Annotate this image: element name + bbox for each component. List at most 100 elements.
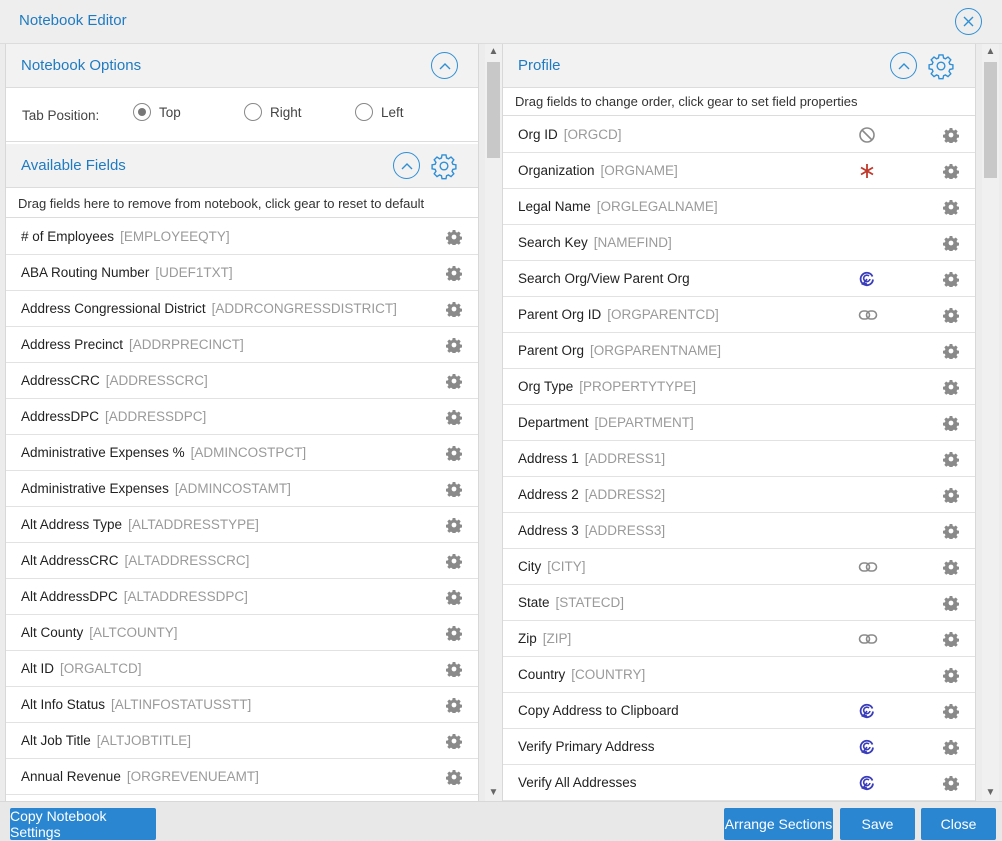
field-settings-gear-icon[interactable] xyxy=(942,343,960,361)
radio-top[interactable]: Top xyxy=(133,103,181,121)
field-settings-gear-icon[interactable] xyxy=(942,775,960,793)
field-row-state[interactable]: State [STATECD] xyxy=(503,585,975,621)
radio-right[interactable]: Right xyxy=(244,103,302,121)
field-row-org-id[interactable]: Org ID [ORGCD] xyxy=(503,117,975,153)
field-name: Alt AddressDPC xyxy=(21,589,118,604)
notebook-options-title: Notebook Options xyxy=(21,57,142,74)
field-settings-gear-icon[interactable] xyxy=(942,559,960,577)
field-settings-gear-icon[interactable] xyxy=(942,703,960,721)
scroll-up-arrow-icon[interactable]: ▲ xyxy=(982,46,999,58)
field-row-alt-address-type[interactable]: Alt Address Type [ALTADDRESSTYPE] xyxy=(6,507,478,543)
field-settings-gear-icon[interactable] xyxy=(942,415,960,433)
field-row-search-key[interactable]: Search Key [NAMEFIND] xyxy=(503,225,975,261)
field-row-alt-job-title[interactable]: Alt Job Title [ALTJOBTITLE] xyxy=(6,723,478,759)
field-settings-gear-icon[interactable] xyxy=(445,733,463,751)
reset-fields-gear-icon[interactable] xyxy=(430,152,458,180)
field-settings-gear-icon[interactable] xyxy=(942,667,960,685)
scrollbar-thumb[interactable] xyxy=(984,62,997,178)
radio-right-dot[interactable] xyxy=(244,103,262,121)
field-settings-gear-icon[interactable] xyxy=(445,301,463,319)
scrollbar-thumb[interactable] xyxy=(487,62,500,158)
field-settings-gear-icon[interactable] xyxy=(445,337,463,355)
field-row-country[interactable]: Country [COUNTRY] xyxy=(503,657,975,693)
field-row-administrative-expenses[interactable]: Administrative Expenses % [ADMINCOSTPCT] xyxy=(6,435,478,471)
field-row-city[interactable]: City [CITY] xyxy=(503,549,975,585)
field-row-parent-org[interactable]: Parent Org [ORGPARENTNAME] xyxy=(503,333,975,369)
field-settings-gear-icon[interactable] xyxy=(445,661,463,679)
field-settings-gear-icon[interactable] xyxy=(942,307,960,325)
field-row-aba-routing-number[interactable]: ABA Routing Number [UDEF1TXT] xyxy=(6,255,478,291)
field-row-alt-id[interactable]: Alt ID [ORGALTCD] xyxy=(6,651,478,687)
save-button[interactable]: Save xyxy=(840,808,915,840)
field-settings-gear-icon[interactable] xyxy=(445,265,463,283)
scroll-down-arrow-icon[interactable]: ▼ xyxy=(485,787,502,799)
field-row-addressdpc[interactable]: AddressDPC [ADDRESSDPC] xyxy=(6,399,478,435)
field-row-alt-addresscrc[interactable]: Alt AddressCRC [ALTADDRESSCRC] xyxy=(6,543,478,579)
field-row-verify-all-addresses[interactable]: Verify All Addresses xyxy=(503,765,975,801)
collapse-available-fields-icon[interactable] xyxy=(393,152,420,179)
field-row-parent-org-id[interactable]: Parent Org ID [ORGPARENTCD] xyxy=(503,297,975,333)
field-settings-gear-icon[interactable] xyxy=(445,697,463,715)
field-settings-gear-icon[interactable] xyxy=(942,451,960,469)
field-settings-gear-icon[interactable] xyxy=(445,481,463,499)
field-settings-gear-icon[interactable] xyxy=(445,517,463,535)
field-settings-gear-icon[interactable] xyxy=(942,631,960,649)
field-row-copy-address-to-clipboard[interactable]: Copy Address to Clipboard xyxy=(503,693,975,729)
field-settings-gear-icon[interactable] xyxy=(942,127,960,145)
field-settings-gear-icon[interactable] xyxy=(445,373,463,391)
field-settings-gear-icon[interactable] xyxy=(942,379,960,397)
field-row-verify-primary-address[interactable]: Verify Primary Address xyxy=(503,729,975,765)
field-row-addresscrc[interactable]: AddressCRC [ADDRESSCRC] xyxy=(6,363,478,399)
profile-settings-gear-icon[interactable] xyxy=(927,52,955,80)
close-button[interactable]: Close xyxy=(921,808,996,840)
arrange-sections-button[interactable]: Arrange Sections xyxy=(724,808,833,840)
field-row-address-2[interactable]: Address 2 [ADDRESS2] xyxy=(503,477,975,513)
field-row-org-type[interactable]: Org Type [PROPERTYTYPE] xyxy=(503,369,975,405)
radio-right-label: Right xyxy=(270,104,302,120)
radio-top-dot[interactable] xyxy=(133,103,151,121)
field-row-address-precinct[interactable]: Address Precinct [ADDRPRECINCT] xyxy=(6,327,478,363)
close-icon[interactable] xyxy=(955,8,982,35)
copy-notebook-settings-button[interactable]: Copy Notebook Settings xyxy=(10,808,156,840)
field-settings-gear-icon[interactable] xyxy=(942,271,960,289)
field-settings-gear-icon[interactable] xyxy=(445,589,463,607)
field-row-address-3[interactable]: Address 3 [ADDRESS3] xyxy=(503,513,975,549)
field-settings-gear-icon[interactable] xyxy=(942,739,960,757)
field-row-department[interactable]: Department [DEPARTMENT] xyxy=(503,405,975,441)
scroll-up-arrow-icon[interactable]: ▲ xyxy=(485,46,502,58)
field-settings-gear-icon[interactable] xyxy=(942,595,960,613)
field-code: [STATECD] xyxy=(555,595,625,610)
field-name: Copy Address to Clipboard xyxy=(518,703,679,718)
field-row-search-org-view-parent-org[interactable]: Search Org/View Parent Org xyxy=(503,261,975,297)
collapse-notebook-options-icon[interactable] xyxy=(431,52,458,79)
field-settings-gear-icon[interactable] xyxy=(942,487,960,505)
field-settings-gear-icon[interactable] xyxy=(445,553,463,571)
field-row-address-1[interactable]: Address 1 [ADDRESS1] xyxy=(503,441,975,477)
field-settings-gear-icon[interactable] xyxy=(942,523,960,541)
field-settings-gear-icon[interactable] xyxy=(445,409,463,427)
field-row-organization[interactable]: Organization [ORGNAME] xyxy=(503,153,975,189)
field-row-alt-info-status[interactable]: Alt Info Status [ALTINFOSTATUSSTT] xyxy=(6,687,478,723)
field-row-alt-addressdpc[interactable]: Alt AddressDPC [ALTADDRESSDPC] xyxy=(6,579,478,615)
field-row-legal-name[interactable]: Legal Name [ORGLEGALNAME] xyxy=(503,189,975,225)
available-fields-scrollbar[interactable]: ▲ ▼ xyxy=(485,44,502,801)
radio-left-dot[interactable] xyxy=(355,103,373,121)
field-settings-gear-icon[interactable] xyxy=(942,199,960,217)
field-row-annual-revenue[interactable]: Annual Revenue [ORGREVENUEAMT] xyxy=(6,759,478,795)
field-settings-gear-icon[interactable] xyxy=(445,445,463,463)
scroll-down-arrow-icon[interactable]: ▼ xyxy=(982,787,999,799)
field-settings-gear-icon[interactable] xyxy=(942,163,960,181)
collapse-profile-icon[interactable] xyxy=(890,52,917,79)
field-label: Address 2 [ADDRESS2] xyxy=(518,487,665,502)
radio-left[interactable]: Left xyxy=(355,103,404,121)
field-settings-gear-icon[interactable] xyxy=(445,229,463,247)
field-row-administrative-expenses[interactable]: Administrative Expenses [ADMINCOSTAMT] xyxy=(6,471,478,507)
field-settings-gear-icon[interactable] xyxy=(445,769,463,787)
field-row-zip[interactable]: Zip [ZIP] xyxy=(503,621,975,657)
field-row-address-congressional-district[interactable]: Address Congressional District [ADDRCONGR… xyxy=(6,291,478,327)
field-settings-gear-icon[interactable] xyxy=(445,625,463,643)
field-row-alt-county[interactable]: Alt County [ALTCOUNTY] xyxy=(6,615,478,651)
profile-scrollbar[interactable]: ▲ ▼ xyxy=(982,44,999,801)
field-row-of-employees[interactable]: # of Employees [EMPLOYEEQTY] xyxy=(6,219,478,255)
field-settings-gear-icon[interactable] xyxy=(942,235,960,253)
